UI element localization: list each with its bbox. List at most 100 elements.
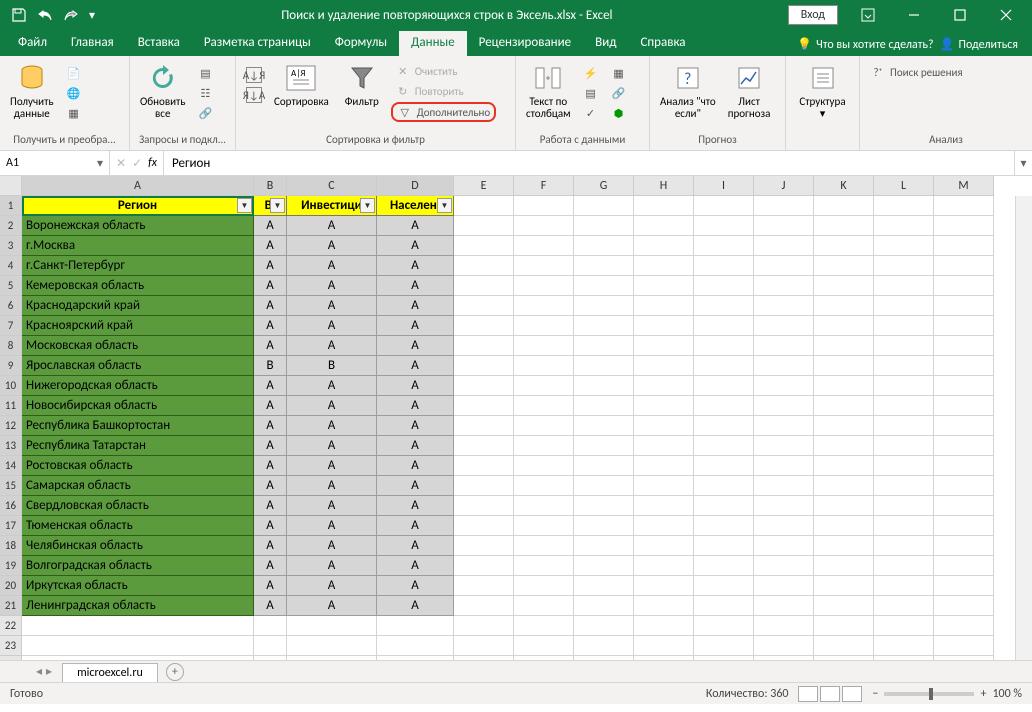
column-header-B[interactable]: B [254, 176, 287, 196]
queries-button[interactable]: ▤ [193, 64, 217, 82]
remove-duplicates-button[interactable]: ▤ [579, 84, 603, 102]
edit-links-button[interactable]: 🔗 [193, 104, 217, 122]
sheet-nav-prev[interactable]: ◂ [36, 664, 42, 679]
view-normal-button[interactable] [798, 686, 818, 702]
row-header-2[interactable]: 2 [0, 216, 22, 236]
column-header-D[interactable]: D [377, 176, 454, 196]
column-header-H[interactable]: H [634, 176, 694, 196]
row-header-10[interactable]: 10 [0, 376, 22, 396]
data-validation-button[interactable]: ✓ [579, 104, 603, 122]
relationships-button[interactable]: 🔗 [607, 84, 631, 102]
column-header-I[interactable]: I [694, 176, 754, 196]
get-data-button[interactable]: Получить данные [6, 60, 58, 122]
close-button[interactable] [984, 1, 1028, 29]
tab-review[interactable]: Рецензирование [467, 31, 583, 56]
row-header-5[interactable]: 5 [0, 276, 22, 296]
formula-expand-button[interactable]: ▾ [1014, 151, 1032, 175]
from-table-button[interactable]: ▦ [62, 104, 86, 122]
filter-dropdown-button[interactable]: ▼ [437, 198, 452, 213]
zoom-in-button[interactable]: + [980, 687, 986, 701]
sort-desc-button[interactable]: Я↓A [242, 86, 266, 104]
row-header-14[interactable]: 14 [0, 456, 22, 476]
filter-dropdown-button[interactable]: ▼ [270, 198, 285, 213]
reapply-button[interactable]: ↻Повторить [391, 82, 496, 100]
consolidate-button[interactable]: ▦ [607, 64, 631, 82]
row-header-9[interactable]: 9 [0, 356, 22, 376]
properties-button[interactable]: ☷ [193, 84, 217, 102]
advanced-filter-button[interactable]: ▽Дополнительно [391, 102, 496, 122]
cells[interactable]: Регион▼ВІ▼Инвестици▼Населені▼Воронежская… [22, 196, 994, 660]
column-header-A[interactable]: A [22, 176, 254, 196]
row-header-4[interactable]: 4 [0, 256, 22, 276]
select-all-corner[interactable] [0, 176, 22, 196]
maximize-button[interactable] [938, 1, 982, 29]
flash-fill-button[interactable]: ⚡ [579, 64, 603, 82]
filter-button[interactable]: Фильтр [337, 60, 387, 110]
redo-button[interactable] [60, 4, 82, 26]
view-pagebreak-button[interactable] [842, 686, 862, 702]
row-header-18[interactable]: 18 [0, 536, 22, 556]
column-header-F[interactable]: F [514, 176, 574, 196]
formula-input[interactable]: Регион [164, 151, 1014, 175]
name-box[interactable]: A1 ▾ [0, 151, 110, 175]
column-header-G[interactable]: G [574, 176, 634, 196]
tab-layout[interactable]: Разметка страницы [192, 31, 323, 56]
add-sheet-button[interactable]: + [166, 663, 184, 681]
tab-formulas[interactable]: Формулы [323, 31, 399, 56]
row-header-16[interactable]: 16 [0, 496, 22, 516]
spreadsheet-grid[interactable]: ABCDEFGHIJKLM 12345678910111213141516171… [0, 176, 1032, 660]
column-header-C[interactable]: C [287, 176, 377, 196]
clear-filter-button[interactable]: ✕Очистить [391, 62, 496, 80]
row-header-1[interactable]: 1 [0, 196, 22, 216]
text-to-columns-button[interactable]: Текст по столбцам [522, 60, 575, 122]
sort-asc-button[interactable]: A↓Я [242, 66, 266, 84]
column-header-L[interactable]: L [874, 176, 934, 196]
tab-help[interactable]: Справка [628, 31, 697, 56]
row-header-21[interactable]: 21 [0, 596, 22, 616]
column-header-K[interactable]: K [814, 176, 874, 196]
cancel-icon[interactable]: ✕ [116, 156, 126, 171]
qat-customize-button[interactable]: ▾ [86, 4, 98, 26]
row-header-20[interactable]: 20 [0, 576, 22, 596]
chevron-down-icon[interactable]: ▾ [97, 156, 103, 171]
column-header-M[interactable]: M [934, 176, 994, 196]
forecast-sheet-button[interactable]: Лист прогноза [724, 60, 775, 122]
tab-view[interactable]: Вид [583, 31, 628, 56]
save-button[interactable] [8, 4, 30, 26]
tell-me-search[interactable]: 💡 Что вы хотите сделать? [797, 37, 933, 52]
column-header-E[interactable]: E [454, 176, 514, 196]
row-header-3[interactable]: 3 [0, 236, 22, 256]
sort-button[interactable]: А|Я Сортировка [270, 60, 333, 110]
from-text-button[interactable]: 📄 [62, 64, 86, 82]
ribbon-options-button[interactable] [846, 1, 890, 29]
row-header-19[interactable]: 19 [0, 556, 22, 576]
row-header-7[interactable]: 7 [0, 316, 22, 336]
row-header-13[interactable]: 13 [0, 436, 22, 456]
enter-icon[interactable]: ✓ [132, 156, 142, 171]
tab-insert[interactable]: Вставка [126, 31, 192, 56]
row-header-11[interactable]: 11 [0, 396, 22, 416]
undo-button[interactable] [34, 4, 56, 26]
refresh-all-button[interactable]: Обновить все [136, 60, 189, 122]
filter-dropdown-button[interactable]: ▼ [360, 198, 375, 213]
row-header-15[interactable]: 15 [0, 476, 22, 496]
fx-icon[interactable]: fx [148, 156, 157, 170]
what-if-button[interactable]: ? Анализ "что если" [656, 60, 720, 122]
share-button[interactable]: 👤 Поделиться [940, 37, 1018, 52]
sheet-tab[interactable]: microexcel.ru [62, 663, 158, 682]
zoom-out-button[interactable]: − [872, 687, 878, 701]
filter-dropdown-button[interactable]: ▼ [237, 198, 252, 213]
row-header-17[interactable]: 17 [0, 516, 22, 536]
login-button[interactable]: Вход [788, 5, 838, 25]
data-model-button[interactable]: ⬢ [607, 104, 631, 122]
tab-file[interactable]: Файл [6, 31, 59, 56]
vertical-scrollbar[interactable] [1015, 196, 1032, 660]
row-header-8[interactable]: 8 [0, 336, 22, 356]
tab-home[interactable]: Главная [59, 31, 126, 56]
row-header-12[interactable]: 12 [0, 416, 22, 436]
row-header-6[interactable]: 6 [0, 296, 22, 316]
solver-button[interactable]: ?⁺Поиск решения [866, 60, 967, 81]
outline-button[interactable]: Структура ▾ [792, 60, 853, 122]
minimize-button[interactable] [892, 1, 936, 29]
from-web-button[interactable]: 🌐 [62, 84, 86, 102]
